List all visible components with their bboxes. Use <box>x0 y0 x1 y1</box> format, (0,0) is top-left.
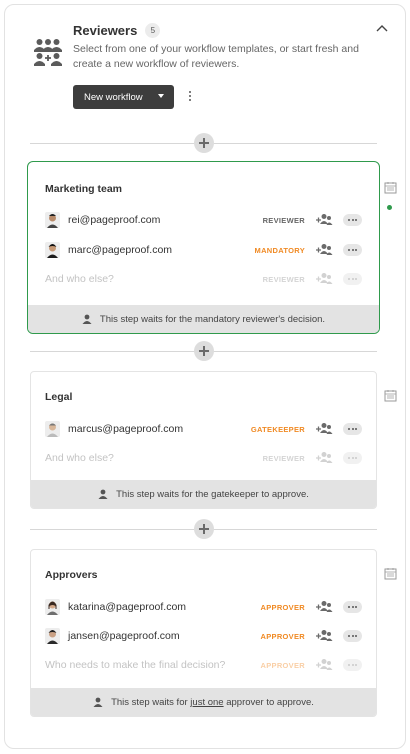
add-user-icon[interactable] <box>315 213 333 227</box>
role-selector[interactable]: APPROVER <box>247 603 305 612</box>
footer-suffix: approver to approve. <box>226 696 314 708</box>
reviewer-row: rei@pageproof.com REVIEWER <box>45 210 362 230</box>
more-options-button[interactable] <box>343 244 362 256</box>
step-footer: This step waits for the gatekeeper to ap… <box>31 480 376 508</box>
avatar <box>45 628 60 644</box>
workflow-options-button[interactable] <box>184 89 196 105</box>
page-title: Reviewers 5 <box>73 23 161 38</box>
reviewer-row: marcus@pageproof.com GATEKEEPER <box>45 419 362 439</box>
add-user-icon[interactable] <box>315 600 333 614</box>
add-reviewer-input[interactable]: And who else? <box>45 452 247 464</box>
step-footer: This step waits for the mandatory review… <box>28 305 379 333</box>
add-reviewer-input[interactable]: And who else? <box>45 273 247 285</box>
add-user-icon[interactable] <box>315 658 333 672</box>
reviewer-email: rei@pageproof.com <box>68 214 161 226</box>
reviewer-row: katarina@pageproof.com APPROVER <box>45 597 362 617</box>
more-options-button[interactable] <box>343 659 362 671</box>
footer-emphasis: just one <box>190 696 224 708</box>
avatar <box>45 599 60 615</box>
header-description: Select from one of your workflow templat… <box>73 43 359 70</box>
person-icon <box>98 489 108 499</box>
footer-text: This step waits for just one approver to… <box>111 697 314 708</box>
add-reviewer-row[interactable]: And who else? REVIEWER <box>45 269 362 289</box>
role-selector[interactable]: REVIEWER <box>247 275 305 284</box>
reviewer-count-badge: 5 <box>145 23 161 38</box>
role-selector[interactable]: MANDATORY <box>247 246 305 255</box>
add-reviewer-row[interactable]: Who needs to make the final decision? AP… <box>45 655 362 675</box>
footer-text: This step waits for the mandatory review… <box>99 313 326 325</box>
title-text: Reviewers <box>73 23 138 38</box>
person-icon <box>82 314 92 324</box>
add-step-button[interactable] <box>194 341 214 361</box>
step-card-marketing[interactable]: Marketing team rei@pageproof.com REVIEWE… <box>27 161 380 334</box>
calendar-icon[interactable] <box>384 389 397 402</box>
avatar <box>45 242 60 258</box>
more-options-button[interactable] <box>343 423 362 435</box>
reviewer-row: marc@pageproof.com MANDATORY <box>45 240 362 260</box>
add-user-icon[interactable] <box>315 243 333 257</box>
more-options-button[interactable] <box>343 630 362 642</box>
reviewer-email: marcus@pageproof.com <box>68 423 184 435</box>
status-dot <box>387 205 392 210</box>
more-options-button[interactable] <box>343 601 362 613</box>
add-reviewer-input[interactable]: Who needs to make the final decision? <box>45 659 247 671</box>
calendar-icon[interactable] <box>384 567 397 580</box>
reviewers-group-icon <box>34 39 62 66</box>
more-options-button[interactable] <box>343 452 362 464</box>
step-title: Marketing team <box>45 183 123 195</box>
add-user-icon[interactable] <box>315 422 333 436</box>
add-user-icon[interactable] <box>315 629 333 643</box>
avatar <box>45 212 60 228</box>
avatar <box>45 421 60 437</box>
more-options-button[interactable] <box>343 273 362 285</box>
chevron-up-icon[interactable] <box>374 21 390 37</box>
more-options-button[interactable] <box>343 214 362 226</box>
step-title: Approvers <box>45 569 98 581</box>
role-selector[interactable]: GATEKEEPER <box>247 425 305 434</box>
reviewer-email: marc@pageproof.com <box>68 244 173 256</box>
role-selector[interactable]: APPROVER <box>247 632 305 641</box>
role-selector[interactable]: APPROVER <box>247 661 305 670</box>
step-title: Legal <box>45 391 73 403</box>
add-user-icon[interactable] <box>315 272 333 286</box>
step-card-approvers[interactable]: Approvers katarina@pageproof.com APPROVE… <box>30 549 377 717</box>
add-step-button[interactable] <box>194 519 214 539</box>
calendar-icon[interactable] <box>384 181 397 194</box>
reviewer-row: jansen@pageproof.com APPROVER <box>45 626 362 646</box>
caret-down-icon <box>158 94 164 98</box>
add-user-icon[interactable] <box>315 451 333 465</box>
new-workflow-label: New workflow <box>84 91 143 103</box>
add-reviewer-row[interactable]: And who else? REVIEWER <box>45 448 362 468</box>
person-icon <box>93 697 103 707</box>
footer-prefix: This step waits for <box>111 696 188 708</box>
reviewer-email: jansen@pageproof.com <box>68 630 180 642</box>
add-step-button[interactable] <box>194 133 214 153</box>
reviewer-email: katarina@pageproof.com <box>68 601 187 613</box>
role-selector[interactable]: REVIEWER <box>247 454 305 463</box>
footer-text: This step waits for the gatekeeper to ap… <box>116 488 309 500</box>
new-workflow-button[interactable]: New workflow <box>73 85 174 109</box>
role-selector[interactable]: REVIEWER <box>247 216 305 225</box>
step-footer: This step waits for just one approver to… <box>31 688 376 716</box>
step-card-legal[interactable]: Legal marcus@pageproof.com GATEKEEPER An… <box>30 371 377 509</box>
